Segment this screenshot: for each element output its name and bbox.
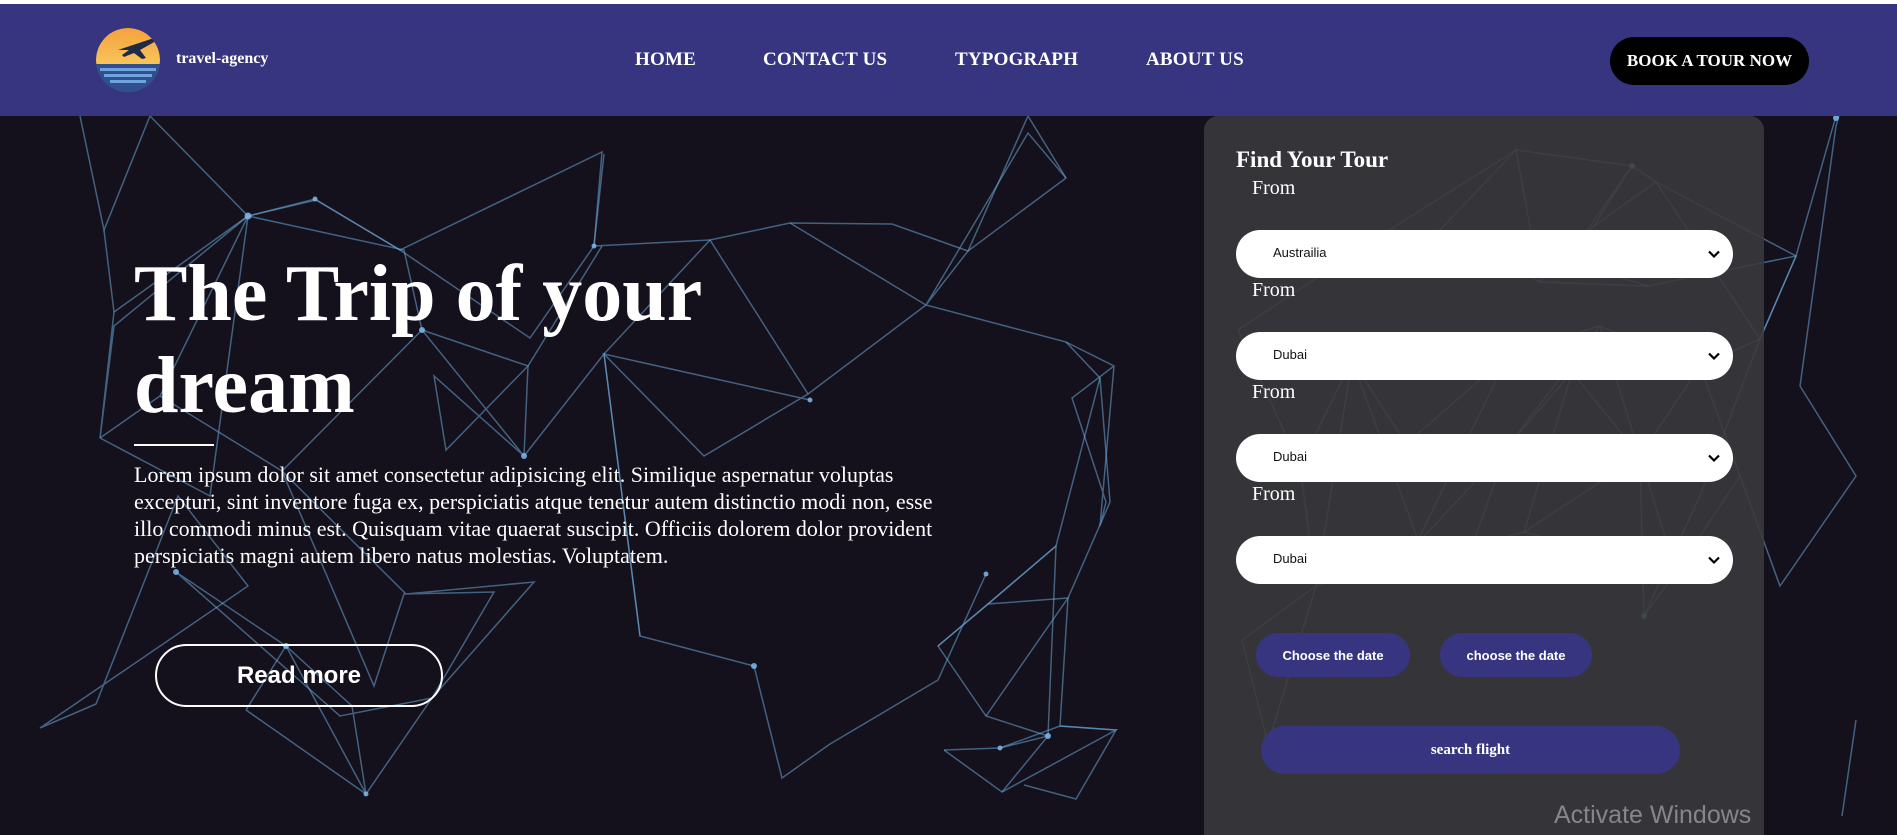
hero-description: Lorem ipsum dolor sit amet consectetur a… — [134, 462, 933, 568]
choose-date-button-1[interactable]: Choose the date — [1256, 633, 1410, 677]
book-tour-button[interactable]: BOOK A TOUR NOW — [1610, 37, 1809, 85]
chevron-down-icon — [1708, 352, 1720, 361]
from-label: From — [1252, 483, 1296, 505]
activate-windows-watermark: Activate Windows — [1554, 801, 1752, 829]
chevron-down-icon — [1708, 454, 1720, 463]
nav-contact-us[interactable]: CONTACT US — [763, 49, 887, 71]
page: travel-agency HOME CONTACT US TYPOGRAPH … — [0, 0, 1897, 835]
destination-select[interactable]: Dubai — [1236, 332, 1733, 380]
brand-name[interactable]: travel-agency — [176, 50, 268, 68]
third-select[interactable]: Dubai — [1236, 434, 1733, 482]
select-value: Dubai — [1273, 449, 1307, 464]
nav-about-us[interactable]: ABOUT US — [1146, 49, 1244, 71]
chevron-down-icon — [1708, 556, 1720, 565]
select-value: Dubai — [1273, 347, 1307, 362]
choose-date-button-2[interactable]: choose the date — [1440, 633, 1592, 677]
read-more-button[interactable]: Read more — [155, 644, 443, 707]
sunset-airplane-logo-icon[interactable] — [96, 28, 160, 92]
site-header: travel-agency HOME CONTACT US TYPOGRAPH … — [0, 4, 1897, 116]
hero-title: The Trip of your dream — [134, 250, 701, 430]
from-label: From — [1252, 177, 1296, 199]
chevron-down-icon — [1708, 250, 1720, 259]
nav-typograph[interactable]: TYPOGRAPH — [955, 49, 1078, 71]
search-flight-button[interactable]: search flight — [1261, 726, 1680, 774]
select-value: Austrailia — [1273, 245, 1327, 260]
from-label: From — [1252, 381, 1296, 403]
title-divider — [134, 444, 214, 446]
nav-home[interactable]: HOME — [635, 49, 696, 71]
hero-section: The Trip of your dream Lorem ipsum dolor… — [0, 116, 1897, 835]
panel-title: Find Your Tour — [1236, 147, 1389, 172]
find-tour-panel: Find Your Tour From Austrailia From Duba… — [1204, 116, 1764, 835]
origin-select[interactable]: Austrailia — [1236, 230, 1733, 278]
select-value: Dubai — [1273, 551, 1307, 566]
from-label: From — [1252, 279, 1296, 301]
fourth-select[interactable]: Dubai — [1236, 536, 1733, 584]
